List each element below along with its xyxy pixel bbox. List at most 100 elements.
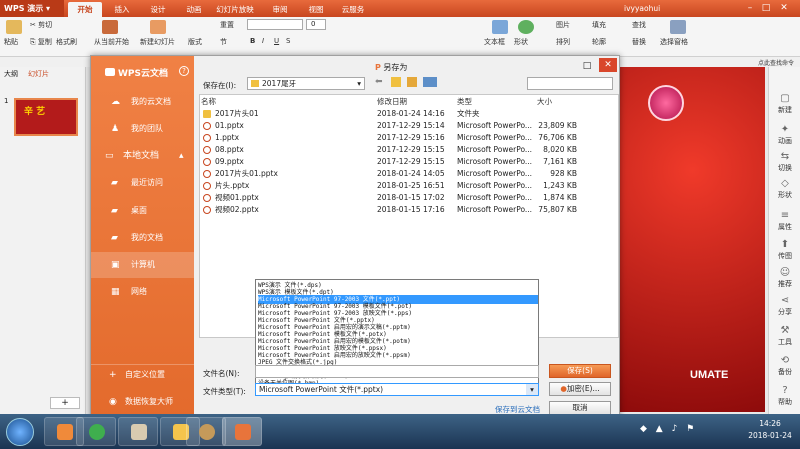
arrange-button[interactable]: 排列	[556, 37, 570, 47]
strike-button[interactable]: S	[286, 36, 290, 46]
maximize-icon[interactable]: □	[581, 60, 593, 72]
cut-button[interactable]: ✂ 剪切	[30, 20, 52, 30]
dialog-close-button[interactable]: ✕	[599, 58, 617, 72]
picture-button[interactable]: 图片	[556, 20, 570, 30]
format-painter-button[interactable]: 格式刷	[56, 37, 77, 47]
view-menu-icon[interactable]	[423, 77, 437, 87]
back-icon[interactable]: ⬅	[375, 77, 383, 87]
help-circle-icon[interactable]: ?	[179, 66, 189, 76]
file-row[interactable]: 2017片头01 2018-01-24 14:16 文件夹	[199, 108, 617, 120]
tab-review[interactable]: 审阅	[266, 2, 294, 17]
col-date[interactable]: 修改日期	[377, 96, 407, 107]
fill-button[interactable]: 填充	[592, 20, 606, 30]
new-folder-icon[interactable]	[407, 77, 417, 87]
tab-animation[interactable]: 动画	[180, 2, 208, 17]
side-desktop[interactable]: ▰ 桌面	[91, 198, 194, 224]
file-row[interactable]: 01.pptx 2017-12-29 15:14 Microsoft PowerPo…	[199, 120, 617, 132]
file-row[interactable]: 09.pptx 2017-12-29 15:15 Microsoft PowerPo…	[199, 156, 617, 168]
section-button[interactable]: 节	[220, 37, 227, 47]
file-row[interactable]: 视频01.pptx 2018-01-15 17:02 Microsoft Power…	[199, 192, 617, 204]
up-folder-icon[interactable]	[391, 77, 401, 87]
app-menu-button[interactable]: WPS 演示 ▾	[0, 0, 64, 17]
replace-button[interactable]: 替换	[632, 37, 646, 47]
bold-button[interactable]: B	[250, 36, 255, 46]
tab-insert[interactable]: 插入	[108, 2, 136, 17]
save-in-select[interactable]: 2017尾牙 ▾	[247, 77, 365, 90]
filename-input[interactable]	[255, 365, 539, 378]
rb-backup[interactable]: ⟲ 备份	[769, 355, 800, 377]
reset-button[interactable]: 重置	[220, 20, 234, 30]
layout-button[interactable]: 版式	[188, 37, 202, 47]
copy-button[interactable]: ⎘ 复制	[30, 37, 52, 47]
from-current-button[interactable]: 从当前开始	[94, 37, 129, 47]
tab-design[interactable]: 设计	[144, 2, 172, 17]
rb-shape[interactable]: ◇ 形状	[769, 178, 800, 200]
select-pane-button[interactable]: 选择窗格	[660, 37, 688, 47]
rb-tools[interactable]: ⚒ 工具	[769, 325, 800, 347]
encrypt-button[interactable]: ●加密(E)...	[549, 382, 611, 396]
file-row[interactable]: 1.pptx 2017-12-29 15:16 Microsoft PowerPo.…	[199, 132, 617, 144]
side-my-documents[interactable]: ▰ 我的文档	[91, 225, 194, 251]
minimize-icon[interactable]: –	[744, 2, 756, 14]
rb-animation[interactable]: ✦ 动画	[769, 124, 800, 146]
col-type[interactable]: 类型	[457, 96, 472, 107]
rb-share[interactable]: ⋖ 分享	[769, 295, 800, 317]
command-search[interactable]: 点此查找命令	[751, 58, 800, 67]
shape-icon[interactable]	[518, 20, 534, 34]
side-local-docs[interactable]: ▭ 本地文档 ▴	[91, 143, 194, 169]
col-size[interactable]: 大小	[537, 96, 552, 107]
taskbar-app-2[interactable]	[76, 417, 116, 446]
rb-transition[interactable]: ⇆ 切换	[769, 151, 800, 173]
paste-icon[interactable]	[6, 20, 22, 34]
paste-button[interactable]: 粘贴	[4, 37, 18, 47]
tab-outline[interactable]: 大纲	[4, 69, 18, 79]
shape-button[interactable]: 形状	[514, 37, 528, 47]
tab-cloud[interactable]: 云服务	[336, 2, 370, 17]
search-input[interactable]	[527, 77, 613, 90]
tab-slides[interactable]: 幻灯片	[28, 69, 49, 79]
taskbar-wps[interactable]	[222, 417, 262, 446]
side-my-cloud[interactable]: ☁ 我的云文档	[91, 89, 194, 115]
underline-button[interactable]: U	[274, 36, 279, 46]
play-icon[interactable]	[102, 20, 118, 34]
new-slide-button[interactable]: 新建幻灯片	[140, 37, 175, 47]
rb-help[interactable]: ? 帮助	[769, 385, 800, 407]
side-my-team[interactable]: ♟ 我的团队	[91, 116, 194, 142]
rb-upload[interactable]: ⬆ 传图	[769, 239, 800, 261]
italic-button[interactable]: I	[262, 36, 264, 46]
slide-canvas[interactable]: UMATE	[620, 67, 765, 412]
side-computer[interactable]: ▣ 计算机	[91, 252, 194, 278]
textbox-button[interactable]: 文本框	[484, 37, 505, 47]
filetype-select[interactable]: Microsoft PowerPoint 文件(*.pptx) ▾	[255, 383, 539, 396]
tab-home[interactable]: 开始	[68, 2, 102, 17]
col-name[interactable]: 名称	[201, 96, 216, 107]
tray-icons[interactable]: ◆ ▲ ♪ ⚑	[640, 424, 736, 438]
save-button[interactable]: 保存(S)	[549, 364, 611, 378]
taskbar-app-3[interactable]	[118, 417, 158, 446]
tab-view[interactable]: 视图	[302, 2, 330, 17]
textbox-icon[interactable]	[492, 20, 508, 34]
rb-recommend[interactable]: ☺ 推荐	[769, 267, 800, 289]
side-network[interactable]: ▦ 网络	[91, 279, 194, 305]
find-button[interactable]: 查找	[632, 20, 646, 30]
rb-new[interactable]: ▢ 新建	[769, 93, 800, 115]
cancel-button[interactable]: 取消	[549, 401, 611, 415]
recovery-button[interactable]: ◉ 数据恢复大师	[91, 392, 194, 412]
outline-button[interactable]: 轮廓	[592, 37, 606, 47]
font-name-box[interactable]	[247, 19, 303, 30]
user-name[interactable]: ivyyaohui	[624, 2, 660, 15]
close-icon[interactable]: ✕	[778, 2, 790, 14]
side-recent[interactable]: ▰ 最近访问	[91, 170, 194, 196]
file-row[interactable]: 2017片头01.pptx 2018-01-24 14:05 Microsoft P…	[199, 168, 617, 180]
restore-icon[interactable]: □	[760, 2, 772, 14]
taskbar-app-5[interactable]	[186, 417, 226, 446]
rb-properties[interactable]: ≡ 属性	[769, 210, 800, 232]
file-row[interactable]: 视频02.pptx 2018-01-15 17:16 Microsoft Power…	[199, 204, 617, 216]
new-slide-icon[interactable]	[150, 20, 166, 34]
start-button[interactable]	[6, 418, 34, 446]
slide-thumbnail[interactable]: 辛 艺	[14, 98, 78, 136]
clock[interactable]: 14:26 2018-01-24	[742, 418, 798, 442]
file-row[interactable]: 08.pptx 2017-12-29 15:15 Microsoft PowerPo…	[199, 144, 617, 156]
tab-slideshow[interactable]: 幻灯片放映	[212, 2, 258, 17]
add-slide-button[interactable]: +	[50, 397, 80, 409]
